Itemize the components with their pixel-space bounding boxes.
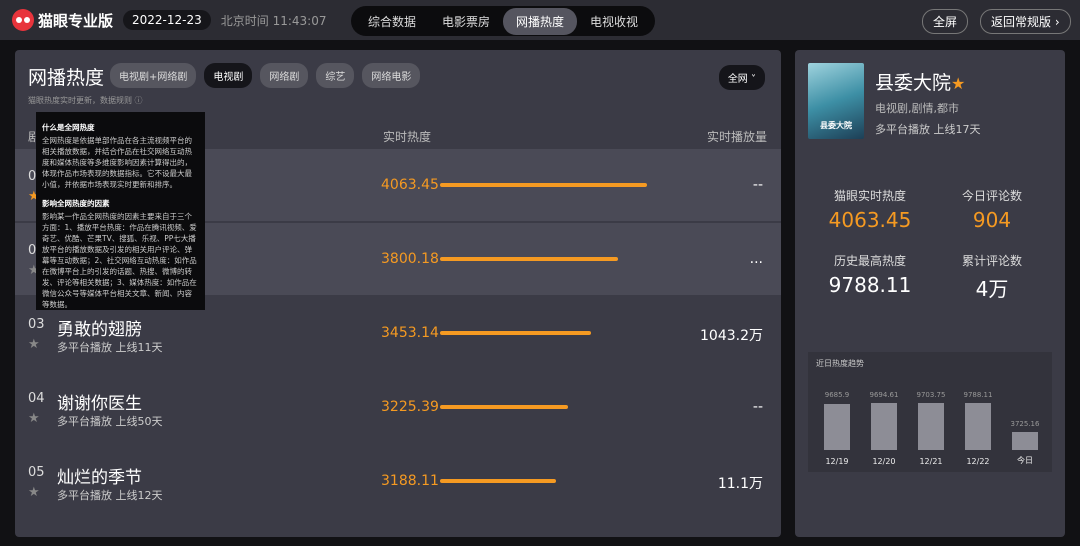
title[interactable]: 灿烂的季节	[57, 463, 142, 488]
star-icon[interactable]: ★	[28, 485, 40, 500]
page-title: 网播热度	[28, 67, 105, 89]
trend-date: 12/19	[825, 457, 849, 466]
trend-value: 9694.61	[869, 391, 899, 400]
play-count: ...	[749, 251, 763, 267]
tooltip-text-2: 影响某一作品全网热度的因素主要来自于三个方面：1、播放平台热度：作品在腾讯视频、…	[42, 212, 197, 309]
heat-tooltip: 什么是全网热度 全网热度是依据单部作品在各主流视频平台的相关播放数据，并结合作品…	[36, 112, 205, 310]
nav-overview[interactable]: 综合数据	[355, 8, 429, 35]
heat-bar	[440, 479, 556, 483]
heat-value: 3800.18	[381, 251, 439, 267]
trend-date: 今日	[1017, 456, 1033, 465]
title[interactable]: 谢谢你医生	[57, 389, 142, 414]
heat-value: 3188.11	[381, 473, 439, 489]
play-count: --	[752, 177, 763, 193]
rank: 04	[28, 391, 45, 406]
data-rules-note[interactable]: 猫眼热度实时更新，数据规则 ⓘ	[28, 95, 143, 106]
rank: 05	[28, 465, 45, 480]
stat-total-comments: 累计评论数 4万	[927, 252, 1057, 302]
fullscreen-button[interactable]: 全屏	[922, 9, 969, 34]
trend-value: 9788.11	[963, 391, 993, 399]
play-count: 11.1万	[717, 476, 763, 492]
platform-dropdown[interactable]: 全网 ˅	[718, 65, 765, 90]
chip-web-drama[interactable]: 网络剧	[260, 63, 309, 88]
detail-platform: 多平台播放 上线17天	[875, 123, 981, 136]
stat-label: 累计评论数	[961, 254, 1022, 268]
tooltip-heading-2: 影响全网热度的因素	[42, 199, 110, 208]
top-bar: 猫眼专业版 2022-12-23 北京时间 11:43:07 综合数据 电影票房…	[0, 0, 1080, 40]
trend-bar	[824, 403, 850, 450]
stat-value: 904	[972, 208, 1012, 232]
brand-logo[interactable]: 猫眼专业版	[12, 9, 113, 31]
poster[interactable]: 县委大院	[808, 63, 864, 139]
trend-date: 12/21	[919, 457, 943, 466]
subtitle: 多平台播放 上线11天	[57, 341, 163, 354]
detail-title-text: 县委大院	[875, 72, 952, 94]
trend-value: 9685.9	[824, 391, 850, 400]
trend-title: 近日热度趋势	[816, 359, 864, 368]
star-icon[interactable]: ★	[951, 74, 965, 93]
nav-streaming-heat[interactable]: 网播热度	[503, 7, 578, 35]
detail-panel: 县委大院 县委大院★ 电视剧,剧情,都市 多平台播放 上线17天 猫眼实时热度 4…	[795, 50, 1065, 537]
stat-today-comments: 今日评论数 904	[927, 187, 1057, 232]
trend-bar	[1012, 432, 1038, 450]
subtitle: 多平台播放 上线12天	[57, 489, 163, 502]
trend-value: 3725.16	[1010, 420, 1040, 429]
rank: 03	[28, 317, 45, 332]
heat-value: 3225.39	[381, 399, 439, 415]
table-row[interactable]: 05 ★ 灿烂的季节 多平台播放 上线12天 3188.11 11.1万	[15, 445, 781, 517]
subtitle: 多平台播放 上线50天	[57, 415, 163, 428]
poster-title: 县委大院	[820, 121, 852, 130]
back-to-normal-button[interactable]: 返回常规版 ›	[980, 9, 1071, 34]
star-icon[interactable]: ★	[28, 337, 40, 352]
nav-tv-ratings[interactable]: 电视收视	[577, 8, 651, 35]
category-filters: 电视剧+网络剧 电视剧 网络剧 综艺 网络电影	[110, 63, 421, 88]
heat-trend-chart: 近日热度趋势 9685.9 12/19 9694.61 12/20 9703.75 12/2…	[808, 352, 1052, 472]
tooltip-heading-1: 什么是全网热度	[42, 123, 95, 132]
col-heat: 实时热度	[383, 130, 432, 144]
table-row[interactable]: 04 ★ 谢谢你医生 多平台播放 上线50天 3225.39 --	[15, 371, 781, 443]
trend-bar	[918, 403, 944, 450]
stat-value: 4063.45	[828, 208, 912, 232]
detail-title: 县委大院★	[875, 68, 965, 95]
stat-label: 历史最高热度	[833, 254, 906, 268]
main-nav: 综合数据 电影票房 网播热度 电视收视	[351, 6, 656, 36]
trend-date: 12/20	[872, 457, 896, 466]
trend-date: 12/22	[966, 457, 990, 466]
beijing-time: 北京时间 11:43:07	[220, 13, 327, 28]
stat-label: 猫眼实时热度	[833, 189, 906, 203]
heat-bar	[440, 331, 592, 335]
heat-value: 4063.45	[381, 177, 439, 193]
trend-value: 9703.75	[916, 391, 946, 400]
cat-eye-icon	[12, 9, 34, 31]
chip-web-movie[interactable]: 网络电影	[362, 63, 421, 88]
chip-tv-web[interactable]: 电视剧+网络剧	[110, 63, 197, 88]
heat-bar	[440, 257, 619, 261]
stat-realtime-heat: 猫眼实时热度 4063.45	[805, 187, 935, 232]
play-count: --	[752, 399, 763, 415]
title[interactable]: 勇敢的翅膀	[57, 315, 142, 340]
trend-bar	[871, 403, 897, 450]
stat-value: 9788.11	[828, 273, 912, 297]
heat-bar	[440, 405, 569, 409]
stat-value: 4万	[975, 277, 1009, 301]
heat-value: 3453.14	[381, 325, 439, 341]
stat-max-heat: 历史最高热度 9788.11	[805, 252, 935, 297]
chip-variety[interactable]: 综艺	[316, 63, 355, 88]
brand-name: 猫眼专业版	[38, 11, 114, 30]
tooltip-text-1: 全网热度是依据单部作品在各主流视频平台的相关播放数据，并结合作品在社交网络互动热…	[42, 136, 192, 189]
date-picker[interactable]: 2022-12-23	[123, 10, 211, 30]
col-play: 实时播放量	[706, 130, 767, 144]
detail-genre: 电视剧,剧情,都市	[875, 102, 959, 115]
play-count: 1043.2万	[700, 328, 763, 344]
stat-label: 今日评论数	[961, 189, 1022, 203]
trend-bar	[965, 403, 991, 450]
chip-tv[interactable]: 电视剧	[204, 63, 253, 88]
star-icon[interactable]: ★	[28, 411, 40, 426]
nav-box-office[interactable]: 电影票房	[429, 8, 503, 35]
heat-bar	[440, 183, 647, 187]
